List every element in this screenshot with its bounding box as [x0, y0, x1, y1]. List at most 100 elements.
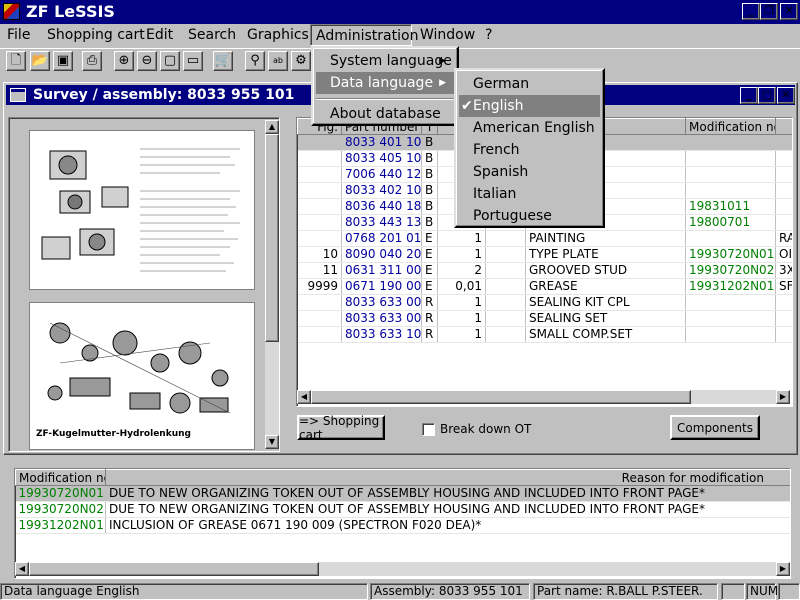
table-row[interactable]: 8033 633 001 R 1 SEALING KIT CPL — [297, 294, 792, 311]
table-row[interactable]: 0768 201 011E1 PAINTING RA — [297, 230, 792, 247]
menu-language-american-english[interactable]: American English — [459, 117, 600, 139]
tools-icon[interactable]: ⚙ — [291, 51, 311, 71]
status-indicator-2 — [778, 583, 800, 600]
menu-language-german[interactable]: German — [459, 73, 600, 95]
fit-width-icon[interactable]: ▭ — [183, 51, 203, 71]
cell-modification — [685, 294, 776, 311]
menu-data-language[interactable]: Data language ▶ — [316, 72, 454, 94]
restore-button[interactable]: ❐ — [760, 3, 778, 20]
menu-help[interactable]: ? — [480, 24, 497, 46]
menu-language-french[interactable]: French — [459, 139, 600, 161]
cell-part-number: 8036 440 188 — [341, 198, 422, 215]
drawing-thumbnail-2[interactable]: ZF-Kugelmutter-Hydrolenkung — [29, 302, 255, 450]
cell-fig — [297, 326, 342, 343]
cell-modification-no: 19931202N01 — [15, 517, 106, 534]
menu-about-database[interactable]: About database — [316, 103, 454, 125]
zoom-out-icon[interactable]: ⊖ — [137, 51, 157, 71]
minimize-button[interactable]: _ — [742, 3, 760, 20]
table-row[interactable]: 19930720N02 DUE TO NEW ORGANIZING TOKEN O… — [15, 501, 790, 518]
hscroll-left-button[interactable]: ◀ — [297, 390, 311, 404]
menu-window[interactable]: Window — [415, 24, 480, 46]
drawing-panel: ZF-Kugelmutter-Hydrolenkung ▲ ▼ — [8, 117, 280, 452]
status-indicator-1 — [721, 583, 745, 600]
table-row[interactable]: 11 0631 311 009 E 2 GROOVED STUD 19930720N02 3… — [297, 262, 792, 279]
drawing-scrollbar[interactable]: ▲ ▼ — [265, 120, 279, 449]
drawing-thumbnail-1[interactable] — [29, 130, 255, 290]
scroll-thumb[interactable] — [265, 134, 279, 342]
cart-icon[interactable]: 🛒 — [213, 51, 233, 71]
new-icon[interactable]: 🗋 — [6, 51, 26, 71]
survey-window: Survey / assembly: 8033 955 101 _ ▢ ✕ ZF… — [3, 82, 798, 455]
close-button[interactable]: ✕ — [780, 3, 798, 20]
shopping-cart-button[interactable]: => Shopping cart — [297, 414, 385, 442]
break-down-label: Break down OT — [440, 422, 532, 436]
cell-fig — [297, 294, 342, 311]
find-abc-icon[interactable]: ab — [268, 51, 288, 71]
cell-unit — [485, 310, 526, 327]
menu-graphics[interactable]: Graphics — [242, 24, 314, 46]
cell-unit — [485, 262, 526, 279]
save-icon[interactable]: ▣ — [53, 51, 73, 71]
components-button[interactable]: Components — [670, 415, 760, 440]
binoculars-icon[interactable]: ⚲ — [245, 51, 265, 71]
col-modification[interactable]: Modification no. — [685, 118, 776, 135]
menu-language-italian[interactable]: Italian — [459, 183, 600, 205]
cell-part-name: GROOVED STUD — [525, 262, 686, 279]
scroll-up-button[interactable]: ▲ — [265, 120, 279, 134]
menu-language-label: Portuguese — [473, 208, 552, 224]
child-close-button[interactable]: ✕ — [777, 87, 795, 104]
drawing-caption: ZF-Kugelmutter-Hydrolenkung — [36, 429, 191, 439]
menu-language-english[interactable]: ✔ English — [459, 95, 600, 117]
mod-scroll-right-button[interactable]: ▶ — [776, 562, 790, 576]
cell-part-number: 0631 311 009 — [341, 262, 422, 279]
modification-hscrollbar[interactable]: ◀ ▶ — [15, 562, 790, 576]
menu-file[interactable]: File — [2, 24, 35, 46]
child-maximize-button[interactable]: ▢ — [758, 87, 776, 104]
cell-modification — [685, 310, 776, 327]
cell-part-number: 8033 443 130 — [341, 214, 422, 231]
cell-fig — [297, 134, 342, 151]
hscroll-right-button[interactable]: ▶ — [776, 390, 790, 404]
menu-system-language[interactable]: System language ▶ — [316, 50, 454, 72]
col-modification-no[interactable]: Modification no. — [15, 469, 106, 486]
parts-hscrollbar[interactable]: ◀ ▶ — [297, 390, 790, 404]
fit-page-icon[interactable]: ▢ — [160, 51, 180, 71]
print-icon[interactable]: ⎙ — [82, 51, 102, 71]
table-row[interactable]: 8033 633 101 R 1 SMALL COMP.SET — [297, 326, 792, 343]
table-row[interactable]: 8033 633 002 R 1 SEALING SET — [297, 310, 792, 327]
break-down-checkbox[interactable] — [422, 423, 435, 436]
col-remark[interactable] — [775, 118, 792, 135]
menu-search[interactable]: Search — [183, 24, 241, 46]
mod-scroll-left-button[interactable]: ◀ — [15, 562, 29, 576]
cell-fig — [297, 214, 342, 231]
zoom-in-icon[interactable]: ⊕ — [114, 51, 134, 71]
menu-language-portuguese[interactable]: Portuguese — [459, 205, 600, 227]
check-icon: ✔ — [461, 98, 473, 114]
cell-part-number: 0768 201 011 — [341, 230, 422, 247]
menu-administration[interactable]: Administration — [310, 24, 418, 46]
cell-unit — [485, 326, 526, 343]
hscroll-thumb[interactable] — [311, 390, 691, 404]
cell-part-number: 8033 633 101 — [341, 326, 422, 343]
cell-modification: 19930720N01 — [685, 246, 776, 263]
modification-panel: Modification no. Reason for modification… — [14, 468, 791, 579]
modification-header: Modification no. Reason for modification — [15, 469, 790, 486]
open-icon[interactable]: 📂 — [30, 51, 50, 71]
table-row[interactable]: 19930720N01 DUE TO NEW ORGANIZING TOKEN O… — [15, 485, 790, 502]
cell-modification-no: 19930720N01 — [15, 485, 106, 502]
cell-type: B — [421, 166, 438, 183]
menu-language-spanish[interactable]: Spanish — [459, 161, 600, 183]
table-row[interactable]: 9999 0671 190 009 E 0,01 GREASE 19931202N01 SF — [297, 278, 792, 295]
cell-quantity: 1 — [437, 326, 486, 343]
cell-modification — [685, 134, 776, 151]
menu-shopping-cart[interactable]: Shopping cart — [42, 24, 150, 46]
child-minimize-button[interactable]: _ — [740, 87, 758, 104]
menu-edit[interactable]: Edit — [141, 24, 178, 46]
scroll-down-button[interactable]: ▼ — [265, 435, 279, 449]
table-row[interactable]: 19931202N01 INCLUSION OF GREASE 0671 190 … — [15, 517, 790, 534]
col-reason[interactable]: Reason for modification — [105, 469, 790, 486]
mod-scroll-thumb[interactable] — [29, 562, 319, 576]
table-row[interactable]: 10 8090 040 202 E 1 TYPE PLATE 19930720N01 OI — [297, 246, 792, 263]
menu-language-label: English — [473, 98, 524, 114]
menu-separator — [316, 98, 454, 100]
